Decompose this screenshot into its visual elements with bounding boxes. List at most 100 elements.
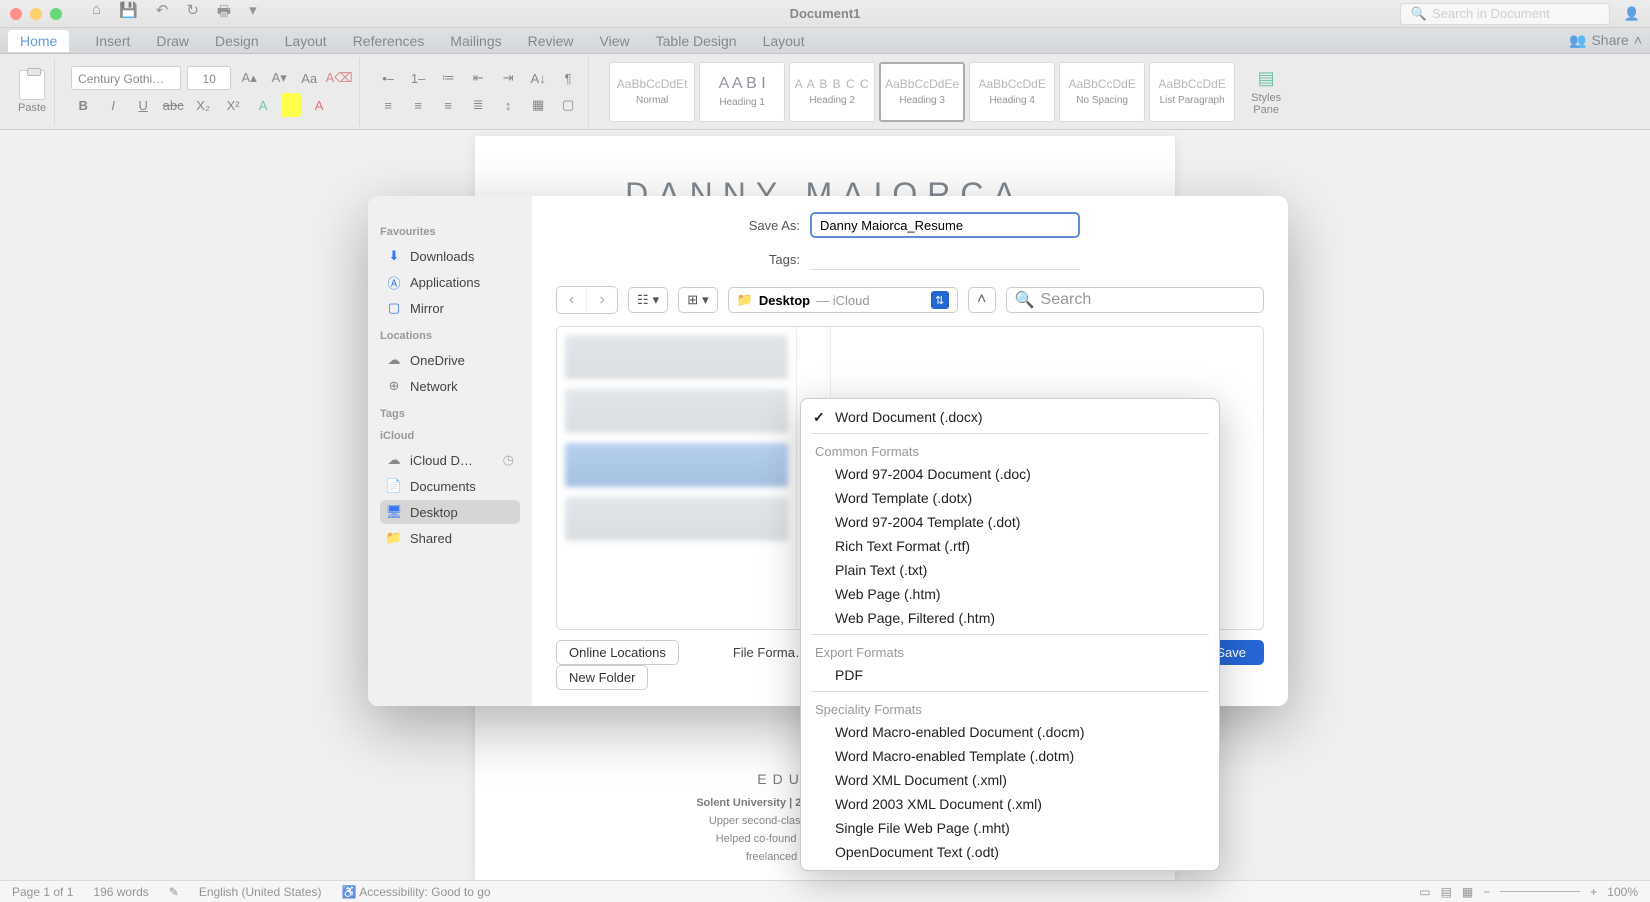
collapse-button[interactable]: ˄ [968,287,996,313]
style-nospacing[interactable]: AaBbCcDdENo Spacing [1059,62,1145,122]
print-layout-icon[interactable]: ▤ [1441,885,1452,899]
grow-font-button[interactable]: A▴ [237,66,261,90]
sort-button[interactable]: A↓ [526,66,550,90]
dd-xml[interactable]: Word XML Document (.xml) [801,768,1219,792]
dd-rtf[interactable]: Rich Text Format (.rtf) [801,534,1219,558]
strike-button[interactable]: abc [161,93,185,117]
style-listpara[interactable]: AaBbCcDdEList Paragraph [1149,62,1235,122]
superscript-button[interactable]: X² [221,93,245,117]
file-thumb[interactable] [565,497,788,541]
underline-button[interactable]: U [131,93,155,117]
file-thumb[interactable] [565,389,788,433]
tab-insert[interactable]: Insert [95,33,130,49]
sidebar-item-network[interactable]: ⊕Network [380,374,520,398]
bullets-button[interactable]: •– [376,66,400,90]
line-spacing-button[interactable]: ↕ [496,93,520,117]
tags-input[interactable] [810,248,1080,270]
shrink-font-button[interactable]: A▾ [267,66,291,90]
location-select[interactable]: 📁 Desktop — iCloud ⇅ [728,287,958,313]
forward-button[interactable]: › [587,287,617,313]
dd-txt[interactable]: Plain Text (.txt) [801,558,1219,582]
dd-dotx[interactable]: Word Template (.dotx) [801,486,1219,510]
sidebar-item-mirror[interactable]: ▢Mirror [380,296,520,320]
dd-dotm[interactable]: Word Macro-enabled Template (.dotm) [801,744,1219,768]
save-icon[interactable]: 💾 [119,1,138,26]
font-color-button[interactable]: A [307,93,331,117]
tab-review[interactable]: Review [528,33,574,49]
align-left-button[interactable]: ≡ [376,93,400,117]
zoom-slider[interactable] [1500,891,1580,892]
view-columns-button[interactable]: ☷▾ [628,287,668,313]
shading-button[interactable]: ▦ [526,93,550,117]
dd-odt[interactable]: OpenDocument Text (.odt) [801,840,1219,864]
outdent-button[interactable]: ⇤ [466,66,490,90]
back-button[interactable]: ‹ [557,287,587,313]
tab-references[interactable]: References [353,33,425,49]
sidebar-item-shared[interactable]: 📁Shared [380,526,520,550]
tab-home[interactable]: Home [8,30,69,52]
dd-htm-filtered[interactable]: Web Page, Filtered (.htm) [801,606,1219,630]
zoom-out-button[interactable]: − [1483,885,1490,899]
dd-mht[interactable]: Single File Web Page (.mht) [801,816,1219,840]
tab-table-design[interactable]: Table Design [656,33,737,49]
customize-icon[interactable]: ▾ [249,1,257,26]
highlight-button[interactable] [281,93,301,117]
doc-search[interactable]: 🔍 Search in Document [1400,3,1610,25]
tab-layout2[interactable]: Layout [763,33,805,49]
share-button[interactable]: 👥 Share ˄ [1569,32,1642,49]
dd-xml2003[interactable]: Word 2003 XML Document (.xml) [801,792,1219,816]
spell-check-icon[interactable]: ✎ [169,885,179,899]
user-avatar-icon[interactable]: 👤 [1624,6,1640,22]
styles-pane-button[interactable]: ▤ Styles Pane [1243,58,1289,126]
accessibility-indicator[interactable]: ♿ Accessibility: Good to go [342,885,491,899]
sidebar-item-iclouddrive[interactable]: ☁iCloud D…◷ [380,448,520,472]
sidebar-item-downloads[interactable]: ⬇Downloads [380,244,520,268]
numbering-button[interactable]: 1– [406,66,430,90]
style-heading1[interactable]: A A B IHeading 1 [699,62,785,122]
dd-doc[interactable]: Word 97-2004 Document (.doc) [801,462,1219,486]
page-indicator[interactable]: Page 1 of 1 [12,885,73,899]
text-effects-button[interactable]: A [251,93,275,117]
dd-docm[interactable]: Word Macro-enabled Document (.docm) [801,720,1219,744]
clear-format-button[interactable]: A⌫ [327,66,351,90]
tab-view[interactable]: View [600,33,630,49]
font-size-select[interactable]: 10 [187,66,231,90]
italic-button[interactable]: I [101,93,125,117]
tab-draw[interactable]: Draw [156,33,189,49]
change-case-button[interactable]: Aa [297,66,321,90]
align-center-button[interactable]: ≡ [406,93,430,117]
sidebar-item-documents[interactable]: 📄Documents [380,474,520,498]
dialog-search[interactable]: 🔍 Search [1006,287,1264,313]
file-thumb[interactable] [565,443,788,487]
tab-mailings[interactable]: Mailings [450,33,501,49]
justify-button[interactable]: ≣ [466,93,490,117]
chevron-up-icon[interactable]: ˄ [1634,32,1642,49]
file-thumb[interactable] [565,335,788,379]
font-name-select[interactable]: Century Gothi… [71,66,181,90]
paste-button[interactable]: Paste [18,70,46,114]
style-heading4[interactable]: AaBbCcDdEHeading 4 [969,62,1055,122]
home-icon[interactable]: ⌂ [92,1,101,26]
style-heading3[interactable]: AaBbCcDdEeHeading 3 [879,62,965,122]
borders-button[interactable]: ▢ [556,93,580,117]
align-right-button[interactable]: ≡ [436,93,460,117]
indent-button[interactable]: ⇥ [496,66,520,90]
minimize-window[interactable] [30,8,42,20]
save-as-input[interactable] [810,212,1080,238]
tab-layout[interactable]: Layout [285,33,327,49]
subscript-button[interactable]: X₂ [191,93,215,117]
redo-icon[interactable]: ↻ [186,1,199,26]
word-count[interactable]: 196 words [93,885,148,899]
sidebar-item-applications[interactable]: ⒶApplications [380,270,520,294]
style-heading2[interactable]: A A B B C CHeading 2 [789,62,875,122]
tab-design[interactable]: Design [215,33,259,49]
show-marks-button[interactable]: ¶ [556,66,580,90]
close-window[interactable] [10,8,22,20]
multilevel-button[interactable]: ≔ [436,66,460,90]
sidebar-item-onedrive[interactable]: ☁OneDrive [380,348,520,372]
view-grid-button[interactable]: ⊞▾ [678,287,717,313]
maximize-window[interactable] [50,8,62,20]
zoom-in-button[interactable]: + [1590,885,1597,899]
web-layout-icon[interactable]: ▦ [1462,885,1473,899]
new-folder-button[interactable]: New Folder [556,665,648,690]
